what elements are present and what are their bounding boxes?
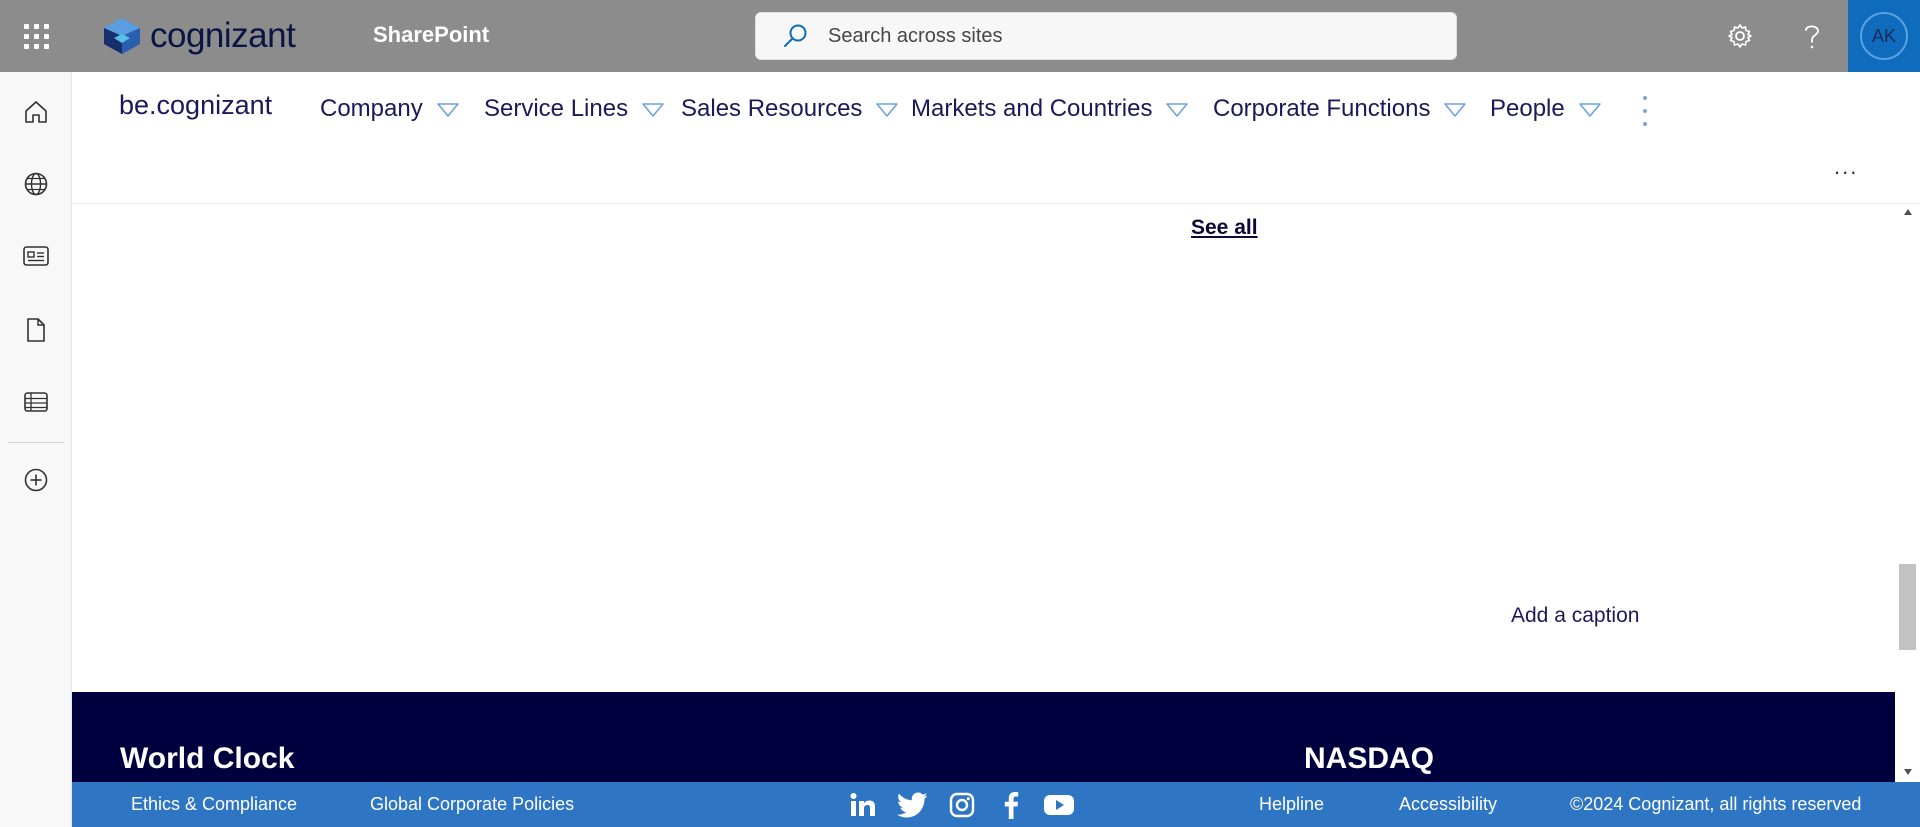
chevron-down-icon — [642, 103, 664, 117]
cognizant-logo-icon — [104, 18, 140, 54]
facebook-link[interactable] — [994, 788, 1028, 822]
see-all-link[interactable]: See all — [1191, 216, 1258, 240]
nav-item-label: People — [1490, 95, 1565, 122]
nav-item-label: Company — [320, 95, 423, 122]
chevron-down-icon — [1444, 103, 1467, 117]
instagram-icon — [949, 792, 975, 818]
chevron-down-icon — [876, 103, 899, 117]
news-icon — [23, 246, 49, 266]
twitter-link[interactable] — [895, 788, 929, 822]
instagram-link[interactable] — [945, 788, 979, 822]
scroll-down-button[interactable] — [1895, 762, 1920, 782]
footer-link-ethics[interactable]: Ethics & Compliance — [131, 794, 297, 815]
scroll-thumb[interactable] — [1899, 564, 1916, 650]
avatar: AK — [1860, 12, 1908, 60]
list-icon — [24, 392, 48, 412]
world-clock-heading: World Clock — [120, 742, 295, 775]
search-box[interactable] — [755, 12, 1457, 60]
nav-item-company[interactable]: Company — [320, 92, 459, 126]
globe-icon — [24, 172, 48, 196]
footer-widgets-band: World Clock NASDAQ — [72, 692, 1895, 782]
app-launcher-button[interactable] — [0, 0, 72, 72]
scroll-up-button[interactable] — [1895, 208, 1920, 228]
caret-down-icon — [1903, 769, 1912, 775]
footer-link-policies[interactable]: Global Corporate Policies — [370, 794, 574, 815]
appbar-files[interactable] — [16, 310, 56, 350]
help-button[interactable] — [1792, 16, 1832, 56]
twitter-icon — [897, 792, 927, 818]
settings-button[interactable] — [1720, 16, 1760, 56]
suite-bar: cognizant SharePoint AK — [0, 0, 1920, 72]
appbar-news[interactable] — [16, 236, 56, 276]
nav-item-sales-resources[interactable]: Sales Resources — [681, 92, 899, 126]
site-footer: Ethics & Compliance Global Corporate Pol… — [72, 782, 1920, 827]
brand-logo[interactable]: cognizant — [100, 14, 296, 58]
appbar-lists[interactable] — [16, 382, 56, 422]
facebook-icon — [1004, 792, 1019, 819]
chevron-down-icon — [1166, 103, 1189, 117]
appbar-home[interactable] — [16, 92, 56, 132]
brand-name: cognizant — [150, 16, 296, 55]
image-caption-input[interactable]: Add a caption — [1511, 604, 1639, 628]
appbar-create[interactable] — [16, 460, 56, 500]
footer-link-accessibility[interactable]: Accessibility — [1399, 794, 1497, 815]
nav-overflow-button[interactable] — [1635, 96, 1655, 126]
waffle-icon — [23, 23, 49, 49]
appbar-divider — [8, 442, 64, 443]
nav-item-service-lines[interactable]: Service Lines — [484, 92, 664, 126]
appbar-global-navigation[interactable] — [16, 164, 56, 204]
hub-site-title[interactable]: be.cognizant — [119, 90, 272, 121]
nav-item-label: Sales Resources — [681, 95, 863, 122]
footer-link-helpline[interactable]: Helpline — [1259, 794, 1324, 815]
home-icon — [25, 101, 47, 123]
app-bar — [0, 72, 72, 827]
vertical-scrollbar[interactable] — [1895, 204, 1920, 782]
copyright-text: ©2024 Cognizant, all rights reserved — [1570, 794, 1862, 814]
nav-item-corporate-functions[interactable]: Corporate Functions — [1213, 92, 1467, 126]
caret-up-icon — [1903, 209, 1912, 215]
add-circle-icon — [24, 468, 48, 492]
linkedin-icon — [850, 793, 875, 816]
app-name[interactable]: SharePoint — [373, 22, 489, 48]
nav-item-markets-and-countries[interactable]: Markets and Countries — [911, 92, 1189, 126]
search-input[interactable] — [828, 24, 1388, 48]
nasdaq-heading: NASDAQ — [1304, 742, 1435, 775]
youtube-link[interactable] — [1042, 788, 1076, 822]
gear-icon — [1728, 24, 1752, 48]
search-icon — [784, 24, 807, 47]
more-actions-button[interactable]: ... — [1834, 154, 1858, 180]
help-icon — [1805, 25, 1819, 49]
chevron-down-icon — [436, 103, 459, 117]
chevron-down-icon — [1578, 103, 1601, 117]
account-manager-button[interactable]: AK — [1848, 0, 1920, 72]
nav-item-label: Corporate Functions — [1213, 95, 1431, 122]
nav-item-people[interactable]: People — [1490, 92, 1601, 126]
youtube-icon — [1044, 795, 1074, 815]
file-icon — [27, 318, 45, 342]
linkedin-link[interactable] — [846, 788, 880, 822]
hub-navigation: be.cognizant Company Service Lines Sales… — [72, 72, 1920, 204]
nav-item-label: Markets and Countries — [911, 95, 1153, 122]
nav-item-label: Service Lines — [484, 95, 629, 122]
